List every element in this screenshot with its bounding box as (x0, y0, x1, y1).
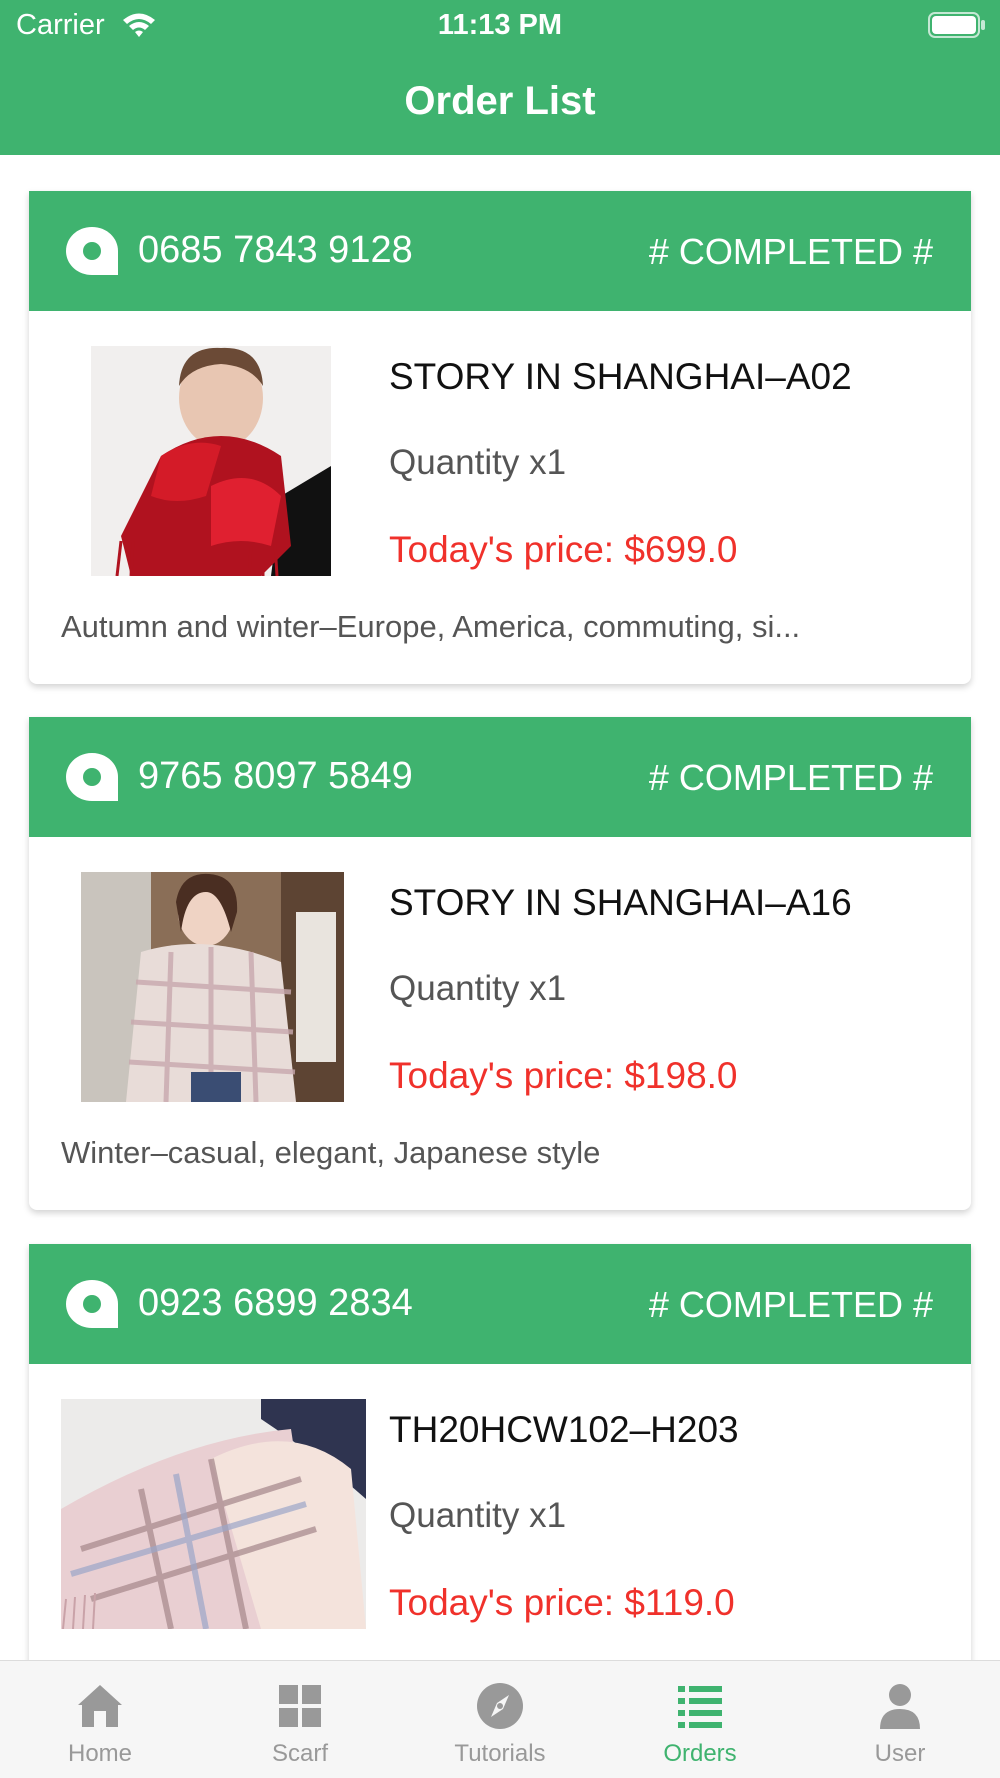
order-header: 0923 6899 2834 # COMPLETED # (29, 1244, 971, 1364)
user-icon (880, 1684, 920, 1729)
order-number: 0923 6899 2834 (138, 1282, 413, 1324)
order-list[interactable]: 0685 7843 9128 # COMPLETED # STORY IN SH… (0, 155, 1000, 1660)
product-price: Today's price: $119.0 (389, 1582, 735, 1623)
product-name: STORY IN SHANGHAI–A02 (389, 356, 852, 397)
product-image[interactable] (61, 1399, 366, 1629)
order-header: 9765 8097 5849 # COMPLETED # (29, 717, 971, 837)
compass-icon (477, 1683, 523, 1729)
header: Carrier 11:13 PM Order List (0, 0, 1000, 155)
product-name: STORY IN SHANGHAI–A16 (389, 882, 852, 923)
home-icon (78, 1685, 122, 1727)
product-quantity: Quantity x1 (389, 969, 567, 1008)
list-icon (678, 1686, 722, 1728)
tab-label: Orders (663, 1740, 737, 1767)
product-quantity: Quantity x1 (389, 443, 567, 482)
order-icon (66, 1280, 118, 1328)
order-status: # COMPLETED # (648, 1284, 933, 1325)
battery-icon (928, 12, 985, 38)
product-price: Today's price: $198.0 (389, 1055, 738, 1096)
tab-orders[interactable]: Orders (600, 1661, 800, 1778)
tab-tutorials[interactable]: Tutorials (400, 1661, 600, 1778)
order-status: # COMPLETED # (648, 757, 933, 798)
order-header: 0685 7843 9128 # COMPLETED # (29, 191, 971, 311)
tab-bar: Home Scarf Tutorials Orders User (0, 1660, 1000, 1778)
status-bar: Carrier 11:13 PM (0, 0, 1000, 52)
order-icon (66, 753, 118, 801)
product-image[interactable] (81, 872, 344, 1102)
order-number: 9765 8097 5849 (138, 755, 413, 797)
product-image[interactable] (91, 346, 331, 576)
status-time: 11:13 PM (437, 9, 563, 41)
order-card[interactable]: 9765 8097 5849 # COMPLETED # STORY IN SH… (29, 717, 971, 1210)
product-description: Winter–casual, elegant, Japanese style (61, 1135, 601, 1170)
page-title: Order List (404, 79, 596, 123)
product-description: Autumn and winter–Europe, America, commu… (61, 609, 801, 644)
tab-label: Tutorials (454, 1740, 546, 1767)
tab-scarf[interactable]: Scarf (200, 1661, 400, 1778)
order-number: 0685 7843 9128 (138, 229, 413, 271)
tab-user[interactable]: User (800, 1661, 1000, 1778)
tab-label: User (874, 1740, 926, 1767)
product-price: Today's price: $699.0 (389, 529, 738, 570)
order-icon (66, 227, 118, 275)
tab-label: Scarf (271, 1740, 328, 1767)
tab-home[interactable]: Home (0, 1661, 200, 1778)
product-quantity: Quantity x1 (389, 1496, 567, 1535)
product-name: TH20HCW102–H203 (389, 1409, 739, 1450)
grid-icon (279, 1685, 321, 1727)
tab-label: Home (67, 1740, 133, 1767)
order-card[interactable]: 0923 6899 2834 # COMPLETED # TH20HCW102–… (29, 1244, 971, 1660)
order-status: # COMPLETED # (648, 231, 933, 272)
order-card[interactable]: 0685 7843 9128 # COMPLETED # STORY IN SH… (29, 191, 971, 684)
